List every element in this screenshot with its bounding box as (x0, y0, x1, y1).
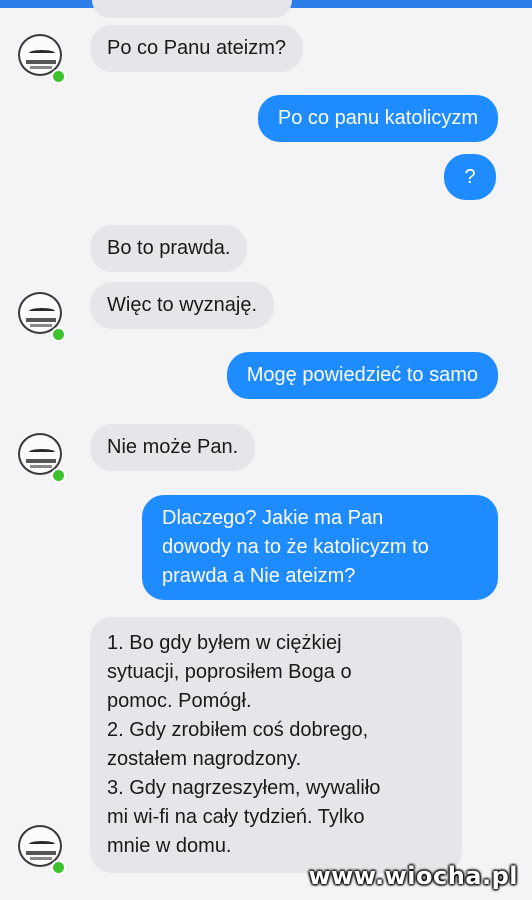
message-bubble-outgoing[interactable]: Mogę powiedzieć to samo (226, 352, 498, 399)
online-status-icon (51, 69, 66, 84)
message-bubble-incoming[interactable]: 1. Bo gdy byłem w ciężkiej sytuacji, pop… (90, 617, 462, 873)
online-status-icon (51, 327, 66, 342)
watermark: www.wiocha.pl (308, 862, 518, 890)
message-bubble-incoming[interactable]: Więc to wyznaję. (90, 282, 275, 329)
message-bubble-outgoing[interactable]: ? (444, 154, 496, 200)
message-bubble-incoming[interactable]: Bo to prawda. (90, 225, 248, 272)
contact-avatar[interactable] (18, 34, 66, 84)
online-status-icon (51, 860, 66, 875)
online-status-icon (51, 468, 66, 483)
message-bubble-incoming[interactable]: Po co Panu ateizm? (90, 25, 303, 72)
contact-avatar[interactable] (18, 433, 66, 483)
message-bubble-outgoing[interactable]: Po co panu katolicyzm (257, 95, 498, 142)
message-bubble-outgoing[interactable]: Dlaczego? Jakie ma Pan dowody na to że k… (142, 495, 498, 600)
contact-avatar[interactable] (18, 825, 66, 875)
message-bubble-incoming[interactable]: Nie może Pan. (90, 424, 256, 471)
contact-avatar[interactable] (18, 292, 66, 342)
previous-message-fragment (92, 0, 292, 18)
